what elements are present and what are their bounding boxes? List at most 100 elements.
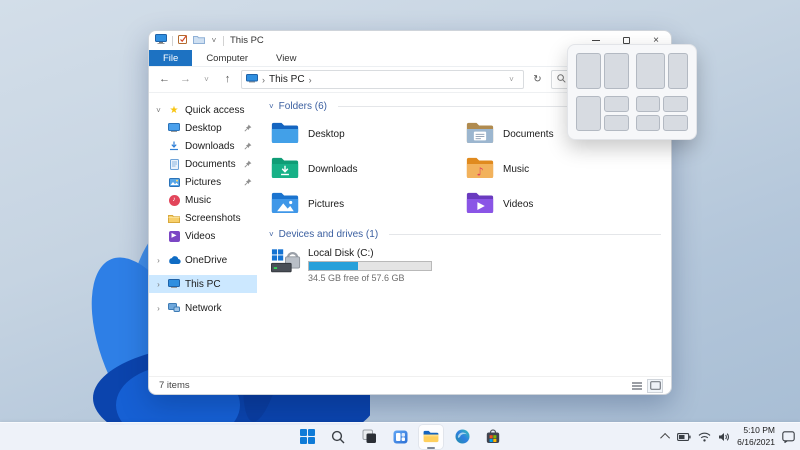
svg-text:♪: ♪: [476, 164, 483, 178]
sidebar-item-this-pc[interactable]: › This PC: [149, 275, 257, 293]
desktop-folder-icon: [271, 121, 299, 147]
drive-usage-fill: [309, 262, 358, 270]
edge-button[interactable]: [450, 425, 474, 449]
recent-locations-button[interactable]: ˅: [199, 76, 214, 84]
sidebar-item-network[interactable]: › Network: [149, 299, 257, 317]
desktop: ˅ This PC × File Computer View ← → ˅ ↑: [0, 0, 800, 450]
volume-icon[interactable]: [718, 432, 730, 442]
maximize-icon: [623, 37, 630, 44]
pin-icon[interactable]: [244, 142, 253, 150]
snap-layout-wide-left[interactable]: [636, 53, 689, 89]
devices-section-header[interactable]: ˅ Devices and drives (1): [269, 229, 661, 240]
music-folder-icon: ♪: [466, 156, 494, 182]
sidebar-item-music[interactable]: ♪ Music: [149, 191, 257, 209]
snap-pane[interactable]: [576, 96, 601, 132]
widgets-icon: [393, 430, 408, 444]
titlebar-divider: [223, 36, 224, 46]
drive-tile-local-disk-c[interactable]: Local Disk (C:) 34.5 GB free of 57.6 GB: [271, 248, 661, 283]
pictures-icon: [167, 176, 181, 188]
snap-layout-two-halves[interactable]: [576, 53, 629, 89]
widgets-button[interactable]: [388, 425, 412, 449]
chevron-down-icon[interactable]: ˅: [269, 102, 274, 111]
tab-file[interactable]: File: [149, 50, 192, 66]
sidebar-item-pictures[interactable]: Pictures: [149, 173, 257, 191]
downloads-icon: [167, 140, 181, 152]
snap-pane[interactable]: [636, 115, 661, 131]
local-disk-icon: [271, 248, 301, 283]
details-view-button[interactable]: [629, 379, 645, 393]
sidebar-item-documents[interactable]: Documents: [149, 155, 257, 173]
file-explorer-button[interactable]: [419, 425, 443, 449]
snap-pane[interactable]: [604, 96, 629, 112]
back-button[interactable]: ←: [157, 74, 172, 85]
properties-icon[interactable]: [178, 34, 188, 47]
desktop-icon: [167, 122, 181, 134]
up-button[interactable]: ↑: [220, 74, 235, 85]
notification-center-button[interactable]: [782, 431, 795, 443]
search-icon: [557, 74, 566, 86]
clock[interactable]: 5:10 PM 6/16/2021: [737, 425, 775, 447]
pin-icon[interactable]: [244, 178, 253, 186]
downloads-folder-icon: [271, 156, 299, 182]
search-button[interactable]: [326, 425, 350, 449]
task-view-button[interactable]: [357, 425, 381, 449]
start-button[interactable]: [295, 425, 319, 449]
snap-pane[interactable]: [636, 96, 661, 112]
address-dropdown-icon[interactable]: ˅: [504, 76, 519, 84]
breadcrumb-separator: ›: [262, 75, 265, 85]
address-bar[interactable]: › This PC › ˅: [241, 70, 524, 89]
tray-date: 6/16/2021: [737, 437, 775, 448]
sidebar-item-desktop[interactable]: Desktop: [149, 119, 257, 137]
large-icons-view-button[interactable]: [647, 379, 663, 393]
new-folder-icon[interactable]: [193, 35, 205, 47]
chevron-right-icon[interactable]: ›: [154, 256, 163, 265]
snap-layout-quarters[interactable]: [636, 96, 689, 132]
snap-layout-main-with-stack[interactable]: [576, 96, 629, 132]
minimize-icon: [592, 40, 600, 41]
folder-tile-pictures[interactable]: Pictures: [271, 191, 466, 217]
devices-header-label: Devices and drives (1): [279, 229, 378, 240]
chevron-down-icon[interactable]: ˅: [269, 230, 274, 239]
snap-layouts-popup: [567, 44, 697, 140]
refresh-button[interactable]: ↻: [530, 75, 545, 85]
sidebar-item-onedrive[interactable]: › OneDrive: [149, 251, 257, 269]
battery-icon[interactable]: [677, 433, 691, 441]
snap-pane[interactable]: [668, 53, 688, 89]
chevron-right-icon[interactable]: ›: [154, 304, 163, 313]
sidebar-item-downloads[interactable]: Downloads: [149, 137, 257, 155]
taskbar: 5:10 PM 6/16/2021: [0, 422, 800, 450]
sidebar-item-quick-access[interactable]: ˅ ★ Quick access: [149, 101, 257, 119]
pin-icon[interactable]: [244, 124, 253, 132]
folder-tile-downloads[interactable]: Downloads: [271, 156, 466, 182]
chevron-down-icon[interactable]: ˅: [154, 106, 163, 115]
snap-pane[interactable]: [663, 115, 688, 131]
folder-tile-desktop[interactable]: Desktop: [271, 121, 466, 147]
pin-icon[interactable]: [244, 160, 253, 168]
tab-view[interactable]: View: [262, 50, 310, 66]
snap-pane[interactable]: [604, 53, 629, 89]
this-pc-icon: [155, 34, 167, 47]
sidebar-item-videos[interactable]: ▶ Videos: [149, 227, 257, 245]
drive-name: Local Disk (C:): [308, 248, 432, 259]
folder-icon: [167, 212, 181, 224]
snap-pane[interactable]: [604, 115, 629, 131]
snap-pane[interactable]: [576, 53, 601, 89]
status-bar: 7 items: [149, 376, 671, 394]
snap-pane[interactable]: [663, 96, 688, 112]
breadcrumb-this-pc[interactable]: This PC: [269, 74, 305, 85]
forward-button[interactable]: →: [178, 74, 193, 85]
search-icon: [331, 430, 345, 444]
folder-tile-music[interactable]: ♪ Music: [466, 156, 661, 182]
folders-header-label: Folders (6): [279, 101, 327, 112]
sidebar-item-screenshots[interactable]: Screenshots: [149, 209, 257, 227]
wifi-icon[interactable]: [698, 432, 711, 442]
snap-pane[interactable]: [636, 53, 665, 89]
chevron-right-icon[interactable]: ›: [154, 280, 163, 289]
customize-quick-access-toolbar-icon[interactable]: ˅: [210, 37, 218, 45]
tab-computer[interactable]: Computer: [192, 50, 262, 66]
hidden-icons-chevron[interactable]: [663, 433, 670, 440]
this-pc-icon: [167, 278, 181, 290]
window-title: This PC: [230, 35, 264, 46]
folder-tile-videos[interactable]: Videos: [466, 191, 661, 217]
microsoft-store-button[interactable]: [481, 425, 505, 449]
